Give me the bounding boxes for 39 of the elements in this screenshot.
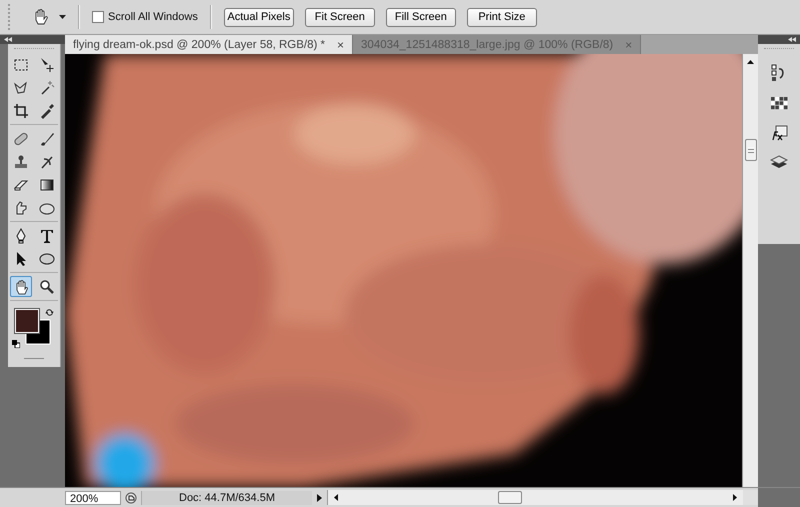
type-tool-icon	[39, 228, 55, 244]
scroll-thumb[interactable]	[498, 491, 522, 504]
default-colors-icon[interactable]	[12, 340, 20, 348]
crop-tool-icon	[13, 102, 29, 118]
status-menu-icon[interactable]	[125, 492, 137, 504]
zoom-field[interactable]: 200%	[65, 490, 121, 504]
move-tool-icon	[39, 56, 55, 72]
document-info: Doc: 44.7M/634.5M	[141, 490, 312, 504]
lasso-tool-icon	[13, 80, 29, 96]
option-button[interactable]: Fill Screen	[386, 8, 456, 26]
collapse-icon[interactable]	[788, 37, 796, 42]
swap-arrows-icon[interactable]	[45, 308, 54, 317]
scroll-up-arrow-icon[interactable]	[747, 60, 754, 64]
foreground-color-swatch[interactable]	[15, 309, 39, 333]
styles-fx-icon[interactable]	[770, 124, 788, 142]
marquee-tool-icon	[13, 56, 29, 72]
collapse-icon[interactable]	[4, 37, 12, 42]
wand-tool-icon	[39, 80, 55, 96]
scroll-right-arrow-icon[interactable]	[733, 494, 737, 501]
option-button[interactable]: Actual Pixels	[224, 8, 294, 26]
ellipse-tool-icon	[39, 250, 55, 266]
scroll-left-arrow-icon[interactable]	[334, 494, 338, 501]
scroll-thumb[interactable]	[744, 139, 756, 161]
dropdown-caret-icon[interactable]	[59, 15, 66, 19]
zoom-tool-icon	[39, 278, 55, 294]
close-tab-button[interactable]: ×	[337, 38, 344, 52]
hand-tool-button[interactable]	[10, 276, 32, 297]
gradient-tool-icon	[39, 176, 55, 192]
option-button[interactable]: Fit Screen	[304, 8, 375, 26]
vertical-scrollbar[interactable]	[742, 54, 758, 487]
scroll-all-windows-checkbox[interactable]: Scroll All Windows	[92, 11, 198, 23]
brush-tool-icon	[39, 130, 55, 146]
eyedropper-tool-icon	[39, 102, 55, 118]
option-button[interactable]: Print Size	[466, 8, 537, 26]
swatches-grid-icon[interactable]	[770, 94, 788, 112]
document-tab[interactable]: flying dream-ok.psd @ 200% (Layer 58, RGB/8) * ×	[65, 35, 354, 54]
stamp-tool-icon	[13, 154, 29, 170]
play-arrow-icon[interactable]	[317, 494, 322, 502]
horizontal-scrollbar[interactable]	[327, 490, 743, 505]
